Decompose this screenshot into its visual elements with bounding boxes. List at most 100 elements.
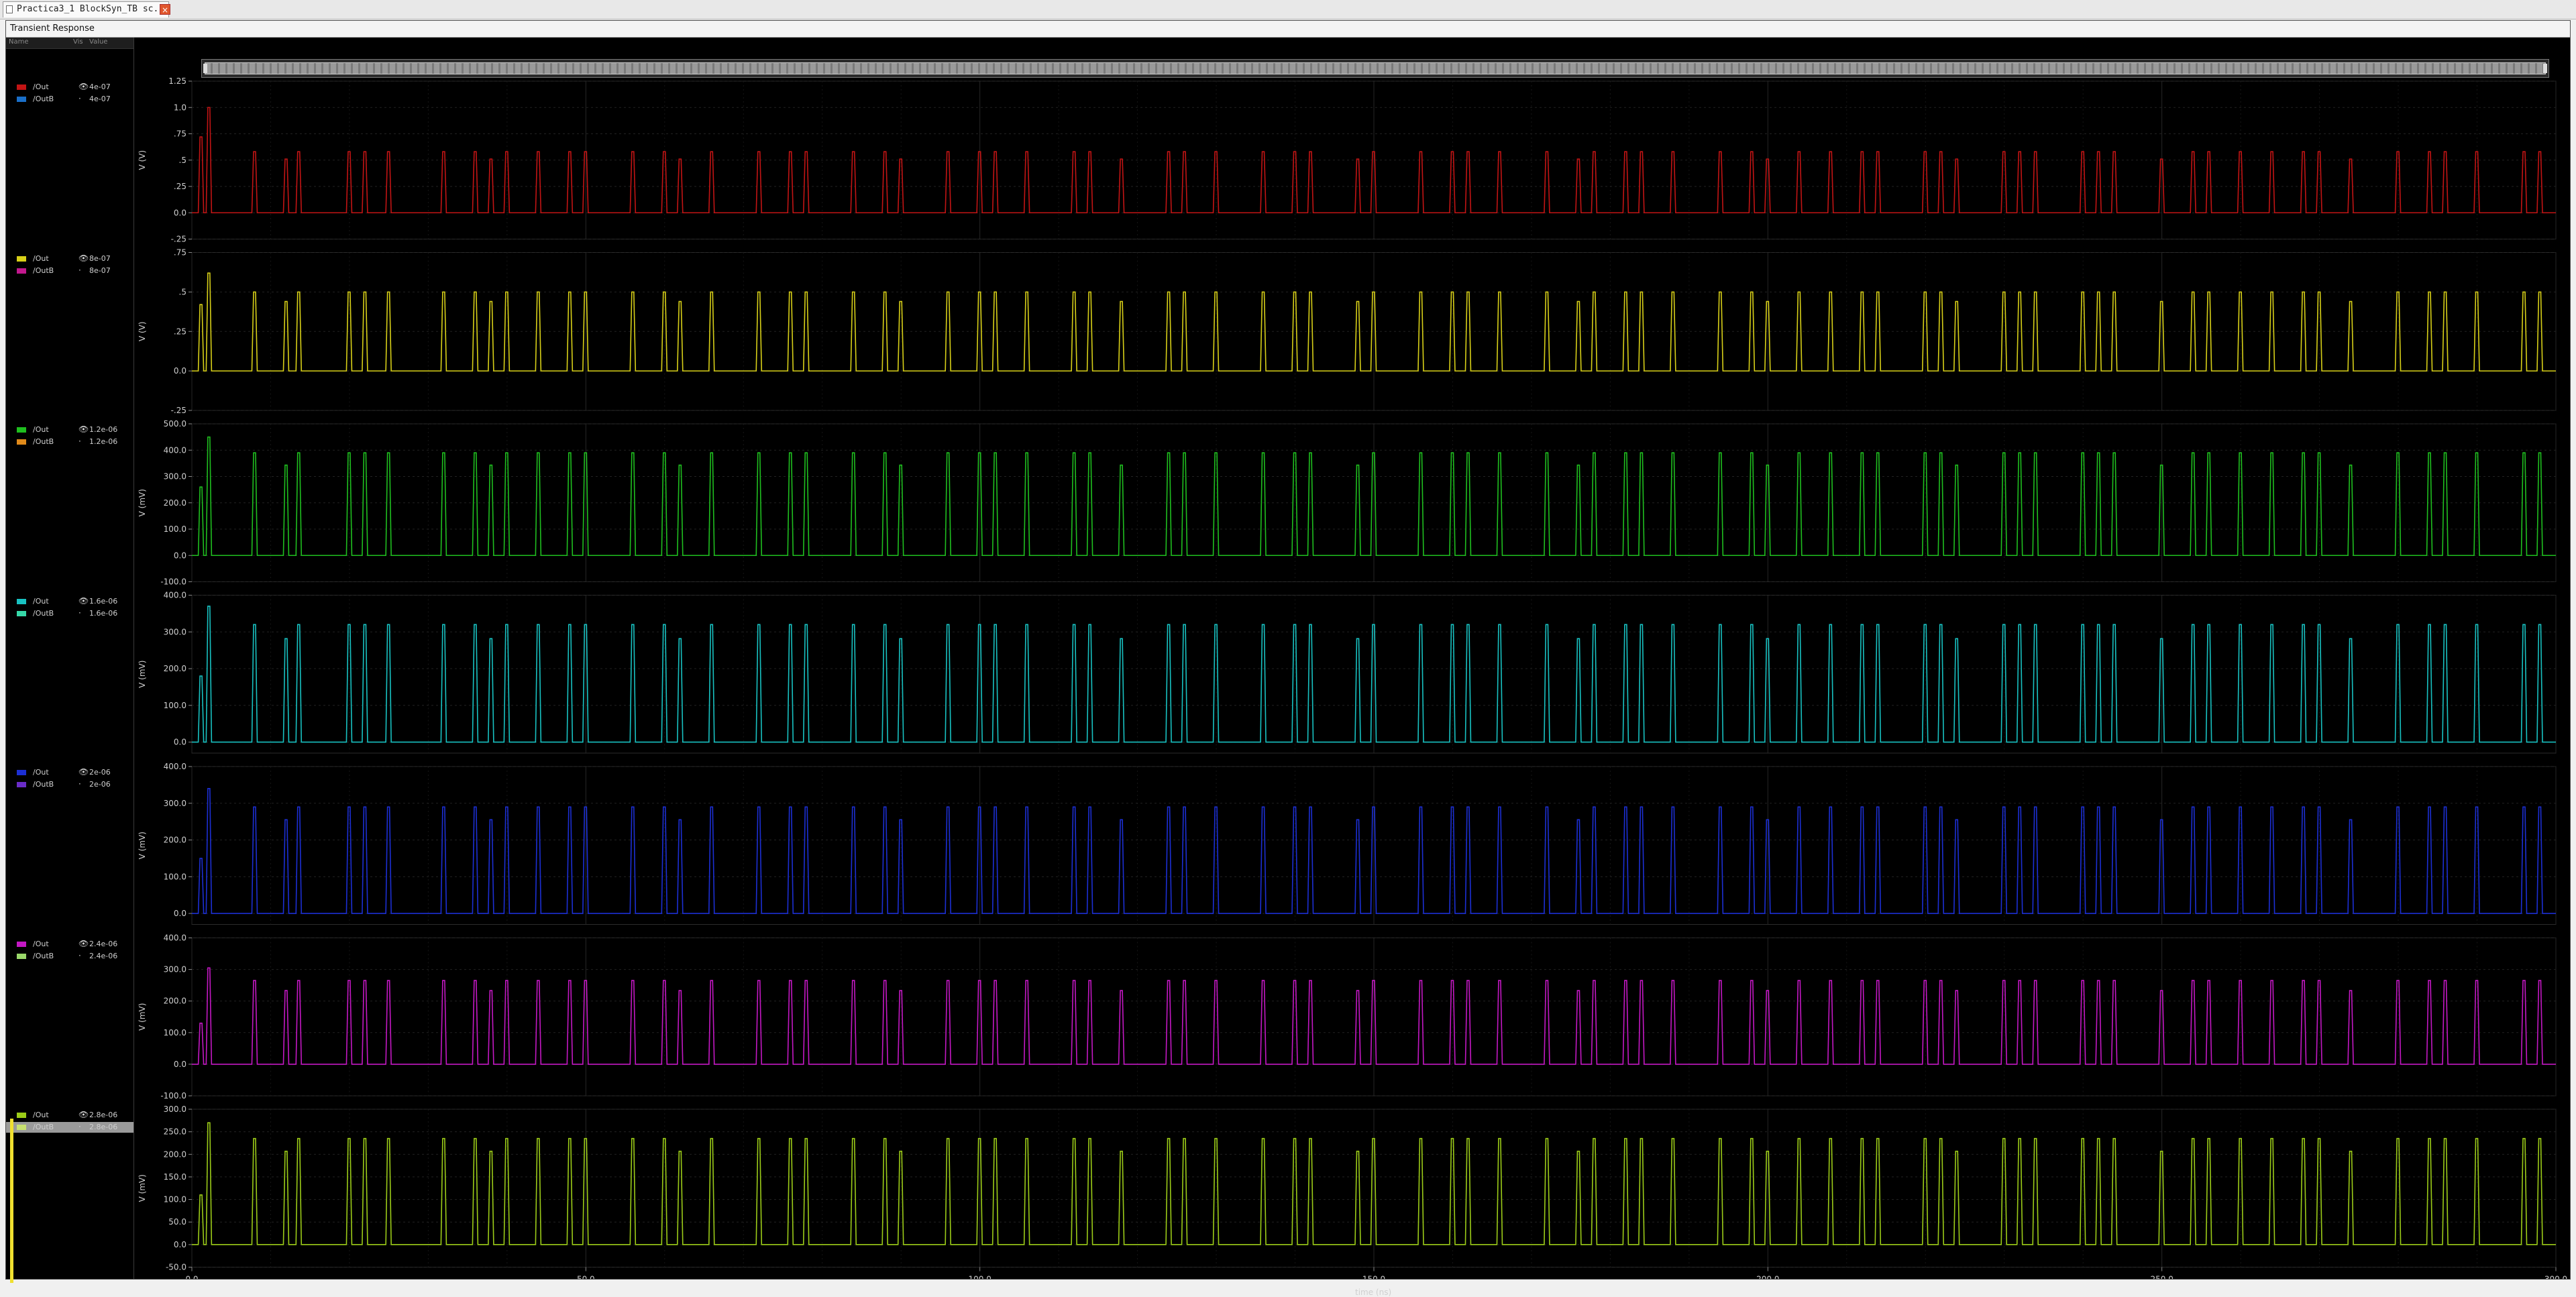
legend-trace-row[interactable]: /OutB · 2e-06 <box>6 779 133 790</box>
y-tick-label: -100.0 <box>160 1091 186 1101</box>
document-tab[interactable]: Practica3_1 BlockSyn_TB sc... × <box>3 1 170 17</box>
close-tab-icon[interactable]: × <box>160 4 170 15</box>
trace-color-swatch[interactable] <box>17 97 26 102</box>
plot-area[interactable]: 1.25 1.0 .75 .5 .25 0.0 -.25 V (V) .75 .5 .25 0.0 -.… <box>134 38 2570 1297</box>
legend-trace-row[interactable]: /Out 👁 2e-06 <box>6 767 133 778</box>
trace-color-swatch[interactable] <box>17 598 26 604</box>
eye-icon[interactable]: 👁 <box>78 425 89 434</box>
x-tick-label: 250.0 <box>2150 1275 2173 1280</box>
y-tick-label: 0.0 <box>174 738 186 747</box>
selection-indicator <box>10 1119 13 1283</box>
y-tick-label: .5 <box>179 156 186 165</box>
y-axis-unit: V (mV) <box>138 661 147 688</box>
legend-trace-row[interactable]: /Out 👁 1.6e-06 <box>6 596 133 607</box>
y-axis-unit: V (mV) <box>138 489 147 516</box>
trace-name: /Out <box>33 425 49 434</box>
hidden-dot-icon[interactable]: · <box>78 437 81 446</box>
waveform-plots[interactable]: 1.25 1.0 .75 .5 .25 0.0 -.25 V (V) .75 .5 .25 0.0 -.… <box>134 38 2570 1279</box>
y-tick-label: 100.0 <box>164 872 186 881</box>
x-tick-label: 200.0 <box>1756 1275 1779 1280</box>
trace-color-swatch[interactable] <box>17 782 26 787</box>
legend-trace-row[interactable]: /Out 👁 4e-07 <box>6 82 133 93</box>
y-tick-label: 200.0 <box>164 498 186 508</box>
y-tick-label: 0.0 <box>174 551 186 560</box>
trace-name: /Out <box>33 939 49 948</box>
trace-value: 8e-07 <box>89 266 111 275</box>
waveform-window: Transient Response Name Vis Value /Out 👁 4… <box>5 20 2571 1297</box>
trace-color-swatch[interactable] <box>17 84 26 90</box>
hidden-dot-icon[interactable]: · <box>78 94 81 103</box>
legend-trace-row[interactable]: /OutB · 2.4e-06 <box>6 951 133 962</box>
trace-color-swatch[interactable] <box>17 427 26 433</box>
trace-color-swatch[interactable] <box>17 268 26 274</box>
legend-trace-row[interactable]: /Out 👁 8e-07 <box>6 253 133 264</box>
eye-icon[interactable]: 👁 <box>78 596 89 606</box>
eye-icon[interactable]: 👁 <box>78 253 89 263</box>
y-tick-label: -100.0 <box>160 577 186 587</box>
eye-icon[interactable]: 👁 <box>78 82 89 91</box>
scrollbar-right-grip[interactable] <box>2543 64 2547 73</box>
legend-trace-row[interactable]: /OutB · 8e-07 <box>6 266 133 276</box>
waveform-panel-5: 400.0 300.0 200.0 100.0 0.0 V (mV) <box>138 762 2557 925</box>
trace-value: 1.6e-06 <box>89 608 118 618</box>
x-axis-title: time (ns) <box>1355 1288 1392 1297</box>
trace-color-swatch[interactable] <box>17 953 26 959</box>
trace-name: /OutB <box>33 95 54 103</box>
y-tick-label: 300.0 <box>164 965 186 974</box>
trace-color-swatch[interactable] <box>17 439 26 445</box>
legend-trace-row[interactable]: /OutB · 1.6e-06 <box>6 608 133 619</box>
x-tick-label: 300.0 <box>2544 1275 2567 1280</box>
y-tick-label: 0.0 <box>174 208 186 217</box>
hidden-dot-icon[interactable]: · <box>78 608 81 618</box>
scrollbar-thumb[interactable] <box>205 62 2546 74</box>
trace-name: /OutB <box>33 266 54 275</box>
trace-color-swatch[interactable] <box>17 941 26 947</box>
legend-trace-row[interactable]: /Out 👁 2.4e-06 <box>6 939 133 950</box>
x-tick-label: 100.0 <box>968 1275 991 1280</box>
trace-value: 4e-07 <box>89 95 111 103</box>
legend-trace-row[interactable]: /OutB · 1.2e-06 <box>6 437 133 447</box>
hidden-dot-icon[interactable]: · <box>78 779 81 789</box>
legend-trace-row[interactable]: /Out 👁 1.2e-06 <box>6 425 133 435</box>
legend-trace-row[interactable]: /Out 👁 2.8e-06 <box>6 1110 133 1121</box>
trace-value: 2.4e-06 <box>89 939 118 948</box>
waveform-panel-2: .75 .5 .25 0.0 -.25 V (V) <box>138 248 2557 415</box>
y-tick-label: 100.0 <box>164 701 186 710</box>
eye-icon[interactable]: 👁 <box>78 1110 89 1119</box>
time-scrollbar[interactable] <box>201 59 2549 78</box>
trace-color-swatch[interactable] <box>17 1113 26 1118</box>
trace-color-swatch[interactable] <box>17 1125 26 1130</box>
legend-trace-row[interactable]: /OutB · 4e-07 <box>6 94 133 105</box>
y-tick-label: -50.0 <box>166 1263 186 1272</box>
trace-color-swatch[interactable] <box>17 770 26 775</box>
waveform-panel-6: 400.0 300.0 200.0 100.0 0.0 -100.0 V (mV) <box>138 934 2557 1101</box>
legend-trace-row[interactable]: /OutB · 2.8e-06 <box>6 1122 133 1133</box>
waveform-panel-7: 300.0 250.0 200.0 150.0 100.0 50.0 0.0 -50.0 V (… <box>138 1105 2557 1272</box>
y-tick-label: 200.0 <box>164 664 186 673</box>
y-tick-label: 250.0 <box>164 1127 186 1137</box>
y-axis-unit: V (mV) <box>138 832 147 859</box>
waveform-panel-1: 1.25 1.0 .75 .5 .25 0.0 -.25 V (V) <box>138 76 2557 244</box>
eye-icon[interactable]: 👁 <box>78 939 89 948</box>
legend-value-column: Value <box>89 38 108 46</box>
y-axis-unit: V (V) <box>138 321 147 341</box>
scrollbar-left-grip[interactable] <box>203 64 207 73</box>
hidden-dot-icon[interactable]: · <box>78 951 81 960</box>
y-tick-label: 200.0 <box>164 997 186 1006</box>
y-tick-label: .25 <box>174 327 186 336</box>
legend-visibility-column: Vis <box>73 38 83 46</box>
trace-legend-panel: Name Vis Value /Out 👁 4e-07/OutB · 4e-07/Out… <box>6 38 134 1283</box>
trace-name: /OutB <box>33 951 54 960</box>
eye-icon[interactable]: 👁 <box>78 767 89 777</box>
hidden-dot-icon[interactable]: · <box>78 1122 81 1131</box>
y-tick-label: 400.0 <box>164 591 186 600</box>
trace-value: 4e-07 <box>89 82 111 91</box>
trace-color-swatch[interactable] <box>17 610 26 616</box>
trace-value: 1.2e-06 <box>89 437 118 446</box>
hidden-dot-icon[interactable]: · <box>78 266 81 275</box>
trace-color-swatch[interactable] <box>17 256 26 262</box>
trace-name: /OutB <box>33 437 54 446</box>
y-tick-label: 150.0 <box>164 1172 186 1182</box>
y-tick-label: 1.0 <box>174 103 186 112</box>
y-tick-label: 0.0 <box>174 1060 186 1069</box>
